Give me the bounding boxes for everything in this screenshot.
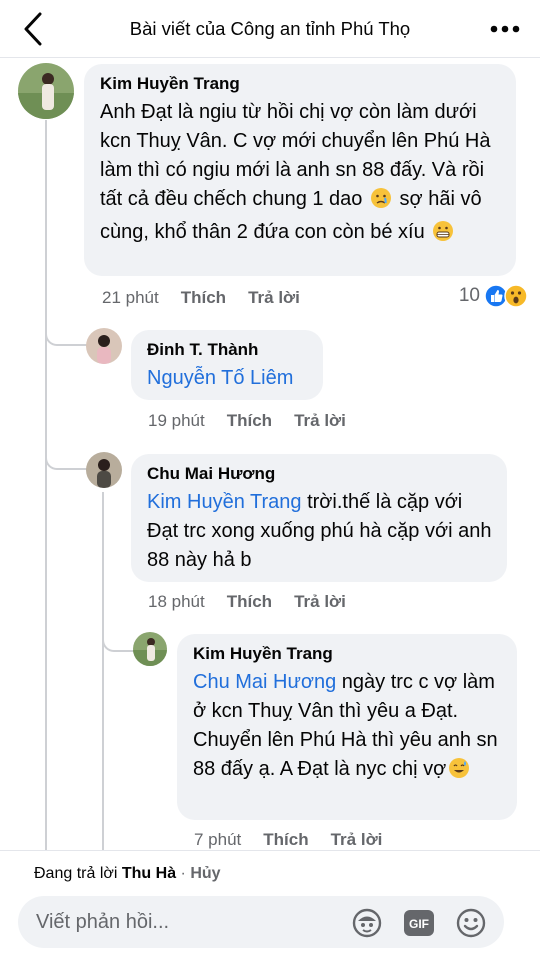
avatar[interactable] [86, 452, 122, 488]
avatar-sticker-button[interactable] [350, 906, 384, 940]
comment-author[interactable]: Đinh T. Thành [147, 340, 309, 360]
avatar[interactable] [18, 63, 74, 119]
comment-time: 21 phút [102, 288, 159, 307]
reply-button[interactable]: Trả lời [294, 592, 346, 612]
comment-meta: 18 phút Thích Trả lời [148, 592, 346, 612]
comment-author[interactable]: Chu Mai Hương [147, 464, 493, 484]
comment-bubble[interactable]: Kim Huyền Trang Chu Mai Hương ngày trc c… [177, 634, 517, 820]
comment-meta: 7 phút Thích Trả lời [194, 830, 382, 850]
comment-time: 19 phút [148, 411, 205, 430]
gif-button[interactable]: GIF [402, 906, 436, 940]
emoji-smiley-icon [456, 908, 486, 938]
reply-button[interactable]: Trả lời [294, 411, 346, 431]
replying-to-label: Đang trả lời Thu Hà · Hủy [34, 865, 221, 882]
thread-line [102, 492, 104, 850]
comment-text: Chu Mai Hương ngày trc c vợ làm ở kcn Th… [193, 668, 503, 788]
emoji-button[interactable] [454, 906, 488, 940]
avatar[interactable] [133, 632, 167, 666]
grimace-emoji-icon [432, 220, 454, 251]
svg-text:GIF: GIF [409, 917, 429, 931]
comment-author[interactable]: Kim Huyền Trang [193, 644, 503, 664]
thread-connector [102, 600, 136, 652]
comment-bubble[interactable]: Chu Mai Hương Kim Huyền Trang trời.thế l… [131, 454, 507, 582]
mention-link[interactable]: Chu Mai Hương [193, 671, 336, 693]
reaction-count: 10 [458, 285, 480, 306]
comment-time: 18 phút [148, 592, 205, 611]
thread-line [45, 120, 47, 850]
mention-link[interactable]: Kim Huyền Trang [147, 491, 302, 513]
comment-meta: 21 phút Thích Trả lời [102, 288, 300, 308]
reply-input[interactable] [36, 896, 336, 948]
gif-icon: GIF [404, 910, 434, 936]
reply-target: Thu Hà [121, 865, 177, 882]
comment-author[interactable]: Kim Huyền Trang [100, 74, 502, 94]
thread-connector [45, 414, 91, 470]
reply-button[interactable]: Trả lời [331, 830, 383, 850]
wow-reaction-icon [504, 284, 528, 308]
cancel-reply-button[interactable]: Hủy [190, 865, 220, 882]
comment-bubble[interactable]: Đinh T. Thành Nguyễn Tố Liêm [131, 330, 323, 400]
reply-button[interactable]: Trả lời [248, 288, 300, 308]
top-bar: Bài viết của Công an tỉnh Phú Thọ [0, 0, 540, 58]
like-button[interactable]: Thích [181, 288, 226, 308]
reaction-summary[interactable]: 10 [459, 284, 528, 308]
comment-meta: 19 phút Thích Trả lời [148, 411, 346, 431]
more-dots-icon [490, 25, 520, 33]
reply-input-container[interactable]: GIF [18, 896, 504, 948]
comment-text: Kim Huyền Trang trời.thế là cặp với Đạt … [147, 491, 492, 571]
comment-text: Anh Đạt là ngiu từ hồi chị vợ còn làm dư… [100, 98, 502, 251]
like-button[interactable]: Thích [263, 830, 308, 850]
page-title: Bài viết của Công an tỉnh Phú Thọ [129, 18, 411, 39]
more-options-button[interactable] [488, 18, 522, 40]
comment-time: 7 phút [194, 830, 242, 849]
like-button[interactable]: Thích [227, 592, 272, 612]
crying-emoji-icon [370, 187, 392, 218]
avatar-sticker-icon [352, 908, 382, 938]
avatar[interactable] [86, 328, 122, 364]
thread-connector [45, 290, 91, 346]
like-button[interactable]: Thích [227, 411, 272, 431]
sweat-smile-emoji-icon [448, 757, 470, 788]
comment-text: Nguyễn Tố Liêm [147, 364, 309, 393]
comment-bubble[interactable]: Kim Huyền Trang Anh Đạt là ngiu từ hồi c… [84, 64, 516, 276]
mention-link[interactable]: Nguyễn Tố Liêm [147, 367, 293, 389]
